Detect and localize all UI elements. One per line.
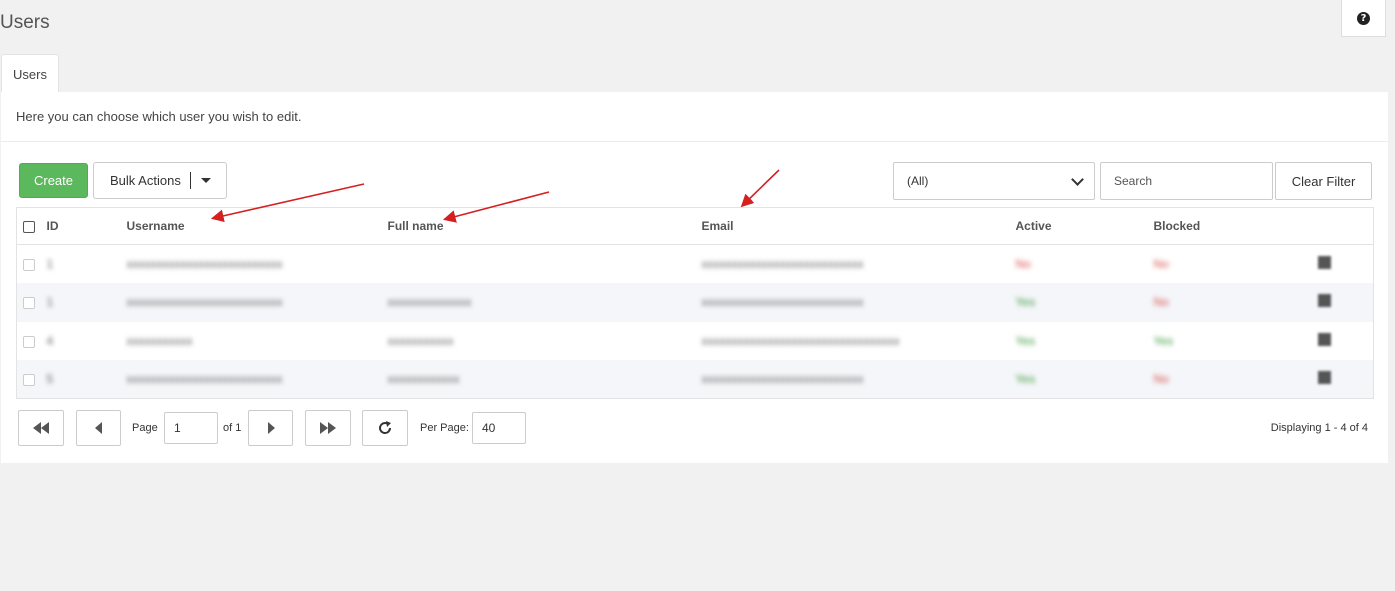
first-page-button[interactable] <box>18 410 64 446</box>
create-button[interactable]: Create <box>19 163 88 198</box>
cell-email: xxxxxxxxxxxxxxxxxxxxxxxxxxx <box>701 372 864 386</box>
question-icon: ? <box>1357 11 1370 25</box>
caret-down-icon <box>200 178 211 183</box>
page-title: Users <box>0 12 50 33</box>
page-label: Page <box>132 422 158 434</box>
page-number-input[interactable] <box>164 412 218 444</box>
column-header-username[interactable]: Username <box>126 207 388 245</box>
cell-active: Yes <box>1015 372 1036 386</box>
column-header-id[interactable]: ID <box>40 207 127 245</box>
table-row[interactable]: 1 xxxxxxxxxxxxxxxxxxxxxxxxxx xxxxxxxxxxx… <box>17 245 1374 284</box>
row-select-cell <box>16 283 41 322</box>
row-checkbox[interactable] <box>23 335 35 348</box>
table-header-row: ID Username Full name Email Active Block… <box>16 207 1374 245</box>
row-checkbox[interactable] <box>23 373 35 386</box>
row-actions-cell <box>1311 360 1374 399</box>
column-header-active[interactable]: Active <box>1015 207 1154 245</box>
cell-id: 4 <box>46 333 54 348</box>
column-header-fullname[interactable]: Full name <box>387 207 702 245</box>
cell-username: xxxxxxxxxxxxxxxxxxxxxxxxxx <box>126 372 283 386</box>
table-row[interactable]: 1 xxxxxxxxxxxxxxxxxxxxxxxxxx xxxxxxxxxxx… <box>16 283 1374 322</box>
cell-blocked: Yes <box>1153 333 1174 348</box>
caret-right-icon <box>267 422 275 434</box>
select-all-cell <box>16 207 41 245</box>
cell-active: No <box>1015 257 1031 271</box>
cell-active: Yes <box>1015 333 1036 348</box>
row-select-cell <box>17 245 41 284</box>
cell-fullname: xxxxxxxxxxxx <box>387 372 460 386</box>
status-filter-value: (All) <box>907 174 929 188</box>
select-all-checkbox[interactable] <box>23 220 35 233</box>
prev-page-button[interactable] <box>76 410 121 446</box>
cell-email: xxxxxxxxxxxxxxxxxxxxxxxxxxx <box>701 295 864 310</box>
table-row[interactable]: 5 xxxxxxxxxxxxxxxxxxxxxxxxxx xxxxxxxxxxx… <box>16 360 1374 399</box>
cell-blocked: No <box>1153 372 1169 386</box>
tab-users[interactable]: Users <box>1 54 59 93</box>
row-actions-cell <box>1312 245 1374 284</box>
row-select-cell <box>16 360 41 399</box>
edit-icon[interactable] <box>1317 332 1331 346</box>
column-header-actions <box>1311 207 1374 245</box>
cell-id: 1 <box>46 295 54 310</box>
status-filter-select[interactable]: (All) <box>893 162 1095 200</box>
row-checkbox[interactable] <box>23 258 35 271</box>
page-of-label: of 1 <box>223 422 242 434</box>
per-page-label: Per Page: <box>420 422 469 434</box>
cell-username: xxxxxxxxxxxxxxxxxxxxxxxxxx <box>126 257 283 271</box>
cell-id: 1 <box>46 257 54 271</box>
edit-icon[interactable] <box>1317 294 1331 308</box>
column-header-blocked[interactable]: Blocked <box>1153 207 1312 245</box>
row-actions-cell <box>1311 283 1374 322</box>
caret-left-icon <box>94 422 102 434</box>
search-input[interactable] <box>1100 162 1273 200</box>
edit-icon[interactable] <box>1317 371 1331 384</box>
row-checkbox[interactable] <box>23 297 35 310</box>
row-select-cell <box>17 322 41 361</box>
bulk-actions-label: Bulk Actions <box>110 173 181 188</box>
table-row[interactable]: 4 xxxxxxxxxxx xxxxxxxxxxx xxxxxxxxxxxxxx… <box>17 322 1374 361</box>
users-panel: Here you can choose which user you wish … <box>1 92 1388 463</box>
edit-icon[interactable] <box>1317 256 1331 269</box>
cell-fullname: xxxxxxxxxxxxxx <box>387 295 472 310</box>
pagination-bar: Page of 1 Per Page: Displaying 1 - 4 of … <box>1 410 1388 448</box>
divider <box>1 141 1388 142</box>
cell-blocked: No <box>1153 257 1169 271</box>
help-button[interactable]: ? <box>1341 0 1386 37</box>
bulk-actions-button[interactable]: Bulk Actions <box>93 162 227 199</box>
cell-email: xxxxxxxxxxxxxxxxxxxxxxxxxxxxxxxxx <box>701 333 900 348</box>
double-left-icon <box>33 422 49 434</box>
cell-fullname: xxxxxxxxxxx <box>387 333 454 348</box>
row-actions-cell <box>1312 322 1374 361</box>
refresh-button[interactable] <box>362 410 408 446</box>
cell-username: xxxxxxxxxxxxxxxxxxxxxxxxxx <box>126 295 283 310</box>
column-header-email[interactable]: Email <box>701 207 1016 245</box>
cell-active: Yes <box>1015 295 1036 310</box>
per-page-input[interactable] <box>472 412 526 444</box>
users-table: ID Username Full name Email Active Block… <box>16 207 1374 399</box>
clear-filter-button[interactable]: Clear Filter <box>1275 162 1372 200</box>
refresh-icon <box>379 421 392 434</box>
displaying-count: Displaying 1 - 4 of 4 <box>1270 422 1368 434</box>
cell-id: 5 <box>46 372 54 386</box>
double-right-icon <box>320 422 336 434</box>
cell-email: xxxxxxxxxxxxxxxxxxxxxxxxxxx <box>701 257 864 271</box>
cell-blocked: No <box>1153 295 1169 310</box>
cell-username: xxxxxxxxxxx <box>126 333 193 348</box>
next-page-button[interactable] <box>248 410 293 446</box>
chevron-down-icon <box>1071 173 1084 186</box>
divider <box>189 172 191 189</box>
last-page-button[interactable] <box>305 410 351 446</box>
intro-text: Here you can choose which user you wish … <box>16 109 302 124</box>
